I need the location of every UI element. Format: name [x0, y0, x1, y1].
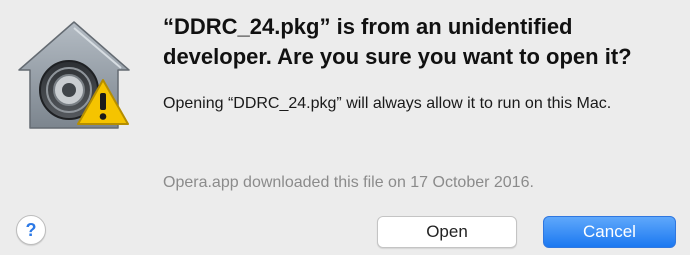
warning-icon: [77, 79, 129, 125]
cancel-button[interactable]: Cancel: [543, 216, 676, 248]
open-button[interactable]: Open: [377, 216, 517, 248]
cancel-button-label: Cancel: [583, 222, 636, 241]
open-button-label: Open: [426, 222, 468, 241]
dialog-title: “DDRC_24.pkg” is from an unidentified de…: [163, 14, 632, 69]
download-source-note: Opera.app downloaded this file on 17 Oct…: [163, 174, 534, 191]
dialog-message: Opening “DDRC_24.pkg” will always allow …: [163, 95, 612, 112]
help-button[interactable]: ?: [16, 215, 46, 245]
security-alert-dialog: “DDRC_24.pkg” is from an unidentified de…: [0, 0, 690, 255]
help-icon: ?: [25, 220, 37, 240]
